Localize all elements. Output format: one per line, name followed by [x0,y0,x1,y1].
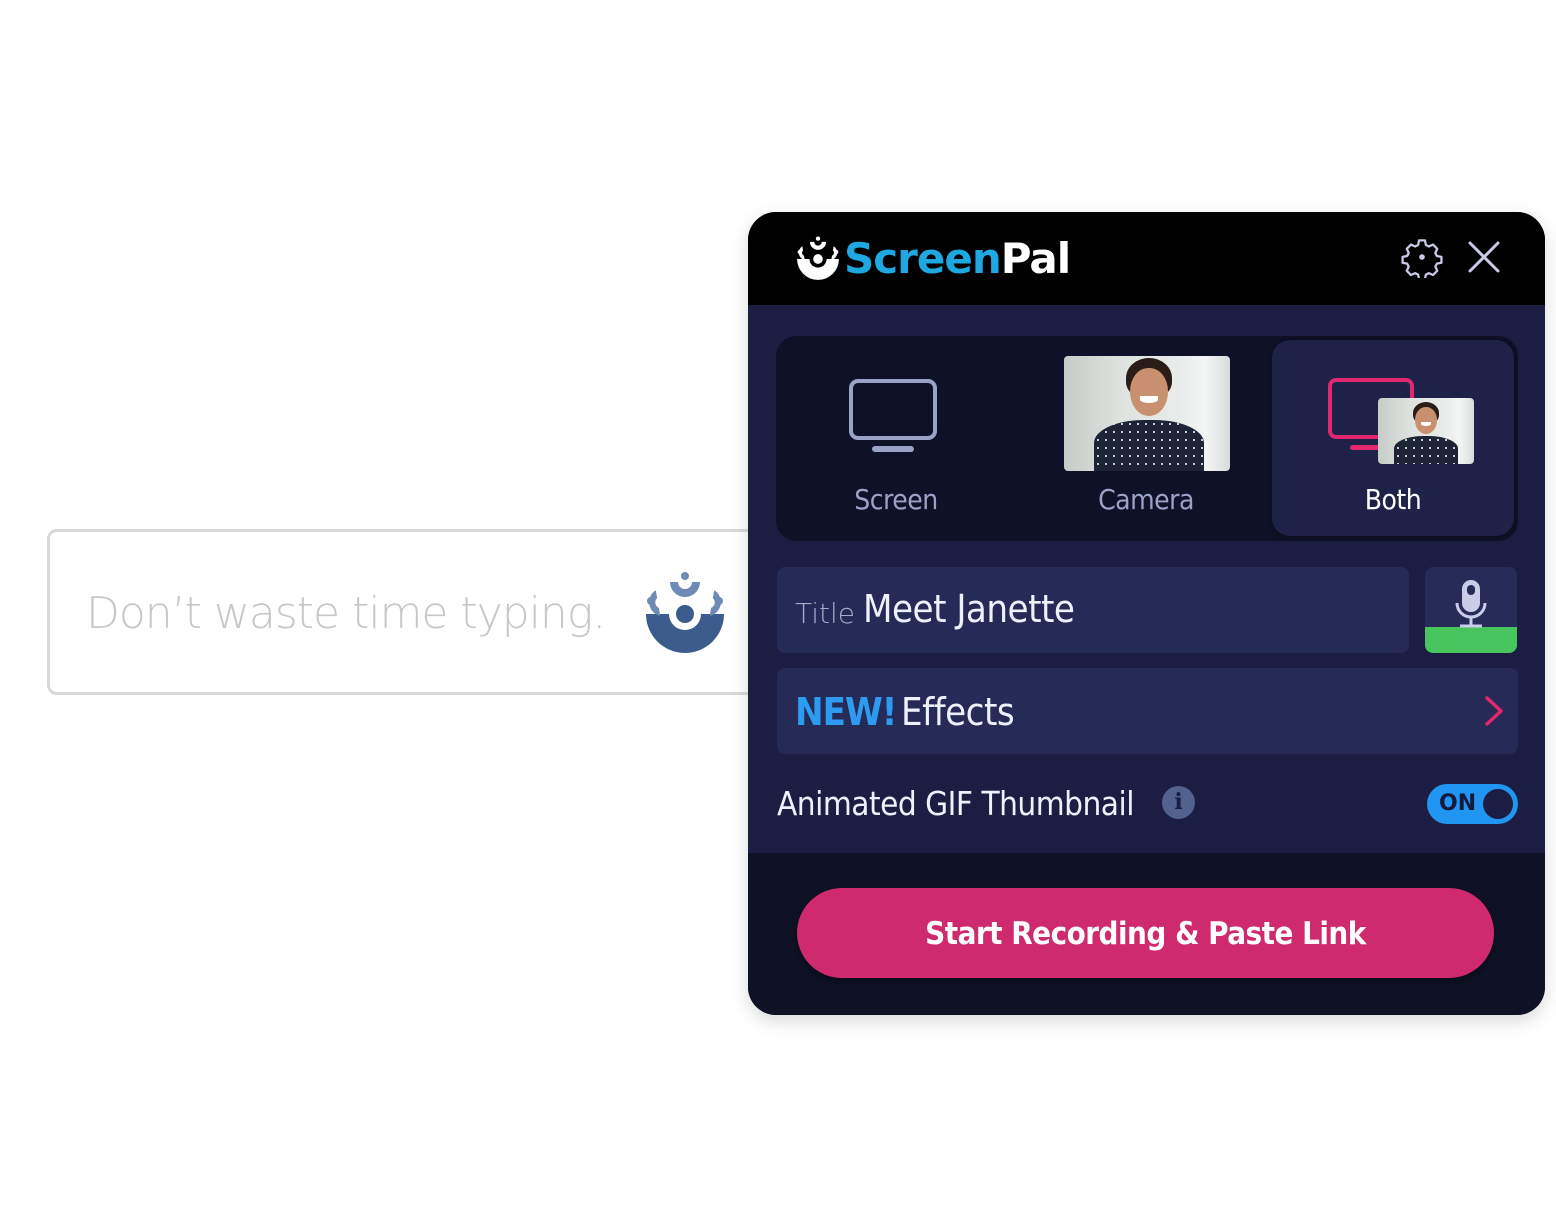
panel-footer: Start Recording & Paste Link [748,853,1545,1015]
start-recording-button[interactable]: Start Recording & Paste Link [797,888,1494,978]
title-input[interactable]: Title Meet Janette [777,567,1409,653]
mode-camera[interactable]: Camera [1026,336,1266,541]
mode-screen[interactable]: Screen [776,336,1016,541]
gif-thumbnail-toggle[interactable]: ON [1427,784,1518,824]
title-input-label: Title [795,597,856,630]
toggle-knob [1483,789,1513,819]
new-badge: NEW! [795,690,897,734]
gif-thumbnail-setting: Animated GIF Thumbnail i ON [777,780,1518,830]
info-icon[interactable]: i [1162,786,1195,819]
effects-button[interactable]: NEW! Effects [777,668,1518,754]
mode-camera-label: Camera [1098,483,1194,516]
brand-name-screen: Screen [844,234,1002,283]
monitor-icon [849,379,937,460]
settings-button[interactable] [1400,237,1444,281]
chevron-right-icon [1484,695,1504,732]
camera-preview [1064,356,1230,471]
text-field-placeholder: Don’t waste time typing. [86,588,606,639]
effects-label: Effects [901,690,1015,734]
gear-icon [1401,236,1443,283]
close-button[interactable] [1462,237,1506,281]
mode-both-label: Both [1364,483,1422,516]
recording-mode-selector: Screen Camera Both [776,336,1518,541]
gif-thumbnail-label: Animated GIF Thumbnail [777,784,1135,823]
mode-both[interactable]: Both [1272,340,1514,536]
panel-body: Screen Camera Both Title Meet Janette NE… [748,305,1545,853]
camera-preview-small [1378,398,1474,464]
screenpal-logo-icon[interactable] [644,572,726,656]
mode-screen-label: Screen [854,483,938,516]
microphone-button[interactable] [1425,567,1517,653]
close-icon [1467,240,1501,279]
toggle-state-label: ON [1439,791,1477,816]
screenpal-recorder-panel: Screen Pal Screen Camera Both Title Meet… [748,212,1545,1015]
background-text-field[interactable]: Don’t waste time typing. [47,529,807,695]
panel-header: Screen Pal [748,212,1545,305]
screenpal-logo-icon [796,235,840,282]
title-input-value: Meet Janette [863,587,1075,631]
brand-name-pal: Pal [1000,234,1071,283]
brand-logo: Screen Pal [796,234,1071,283]
